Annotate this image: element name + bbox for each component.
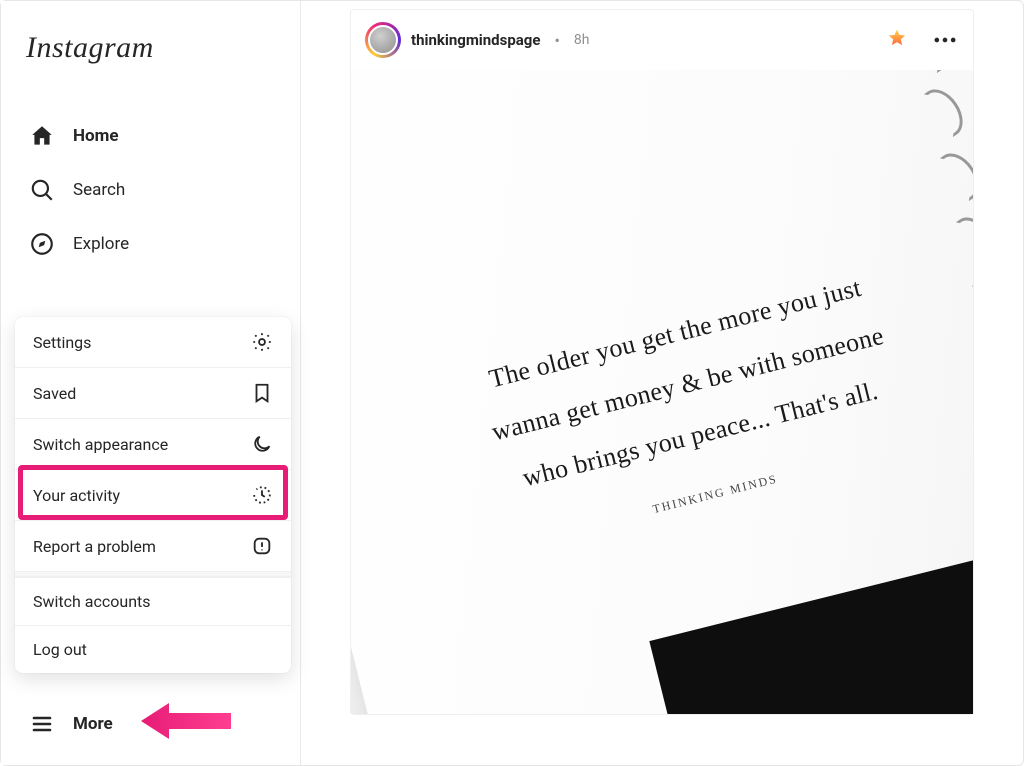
sidebar-item-search[interactable]: Search — [1, 163, 300, 217]
menu-item-label: Saved — [33, 384, 76, 403]
search-icon — [29, 177, 55, 203]
home-icon — [29, 123, 55, 149]
sidebar-item-label: More — [73, 714, 113, 734]
separator-dot: • — [550, 31, 563, 50]
sidebar-item-label: Explore — [73, 234, 129, 254]
sidebar-item-label: Home — [73, 126, 119, 146]
moon-icon — [251, 433, 273, 455]
main-content: thinkingmindspage • 8h — [301, 1, 1023, 765]
sidebar-item-more[interactable]: More — [1, 697, 300, 751]
menu-item-settings[interactable]: Settings — [15, 317, 291, 367]
menu-item-label: Your activity — [33, 486, 120, 505]
brand-logo[interactable]: Instagram — [26, 31, 154, 65]
more-menu-popup: Settings Saved Switch appearance — [15, 317, 291, 673]
menu-item-saved[interactable]: Saved — [15, 367, 291, 418]
menu-item-label: Report a problem — [33, 537, 156, 556]
post-image[interactable]: The older you get the more you just wann… — [351, 70, 973, 714]
nav-list: Home Search Explore — [1, 109, 300, 271]
feed-post: thinkingmindspage • 8h — [350, 9, 974, 715]
post-timestamp: 8h — [574, 32, 590, 48]
menu-item-your-activity[interactable]: Your activity — [15, 469, 291, 520]
gear-icon — [251, 331, 273, 353]
menu-item-switch-accounts[interactable]: Switch accounts — [15, 578, 291, 625]
explore-icon — [29, 231, 55, 257]
sidebar-item-explore[interactable]: Explore — [1, 217, 300, 271]
avatar — [368, 25, 398, 55]
menu-item-label: Log out — [33, 640, 87, 659]
activity-icon — [251, 484, 273, 506]
feed-column: thinkingmindspage • 8h — [350, 9, 974, 765]
favorite-star-icon — [887, 28, 907, 52]
sidebar-item-label: Search — [73, 180, 125, 200]
menu-item-label: Settings — [33, 333, 91, 352]
bookmark-icon — [251, 382, 273, 404]
menu-item-log-out[interactable]: Log out — [15, 625, 291, 673]
post-more-button[interactable] — [931, 26, 959, 54]
menu-item-label: Switch appearance — [33, 435, 168, 454]
menu-icon — [29, 711, 55, 737]
menu-item-label: Switch accounts — [33, 592, 151, 611]
menu-item-report-problem[interactable]: Report a problem — [15, 520, 291, 571]
sidebar-item-home[interactable]: Home — [1, 109, 300, 163]
alert-icon — [251, 535, 273, 557]
post-username[interactable]: thinkingmindspage — [411, 31, 540, 49]
avatar-story-ring[interactable] — [365, 22, 401, 58]
sidebar: Instagram Home Search Explo — [1, 1, 301, 765]
menu-item-switch-appearance[interactable]: Switch appearance — [15, 418, 291, 469]
post-header: thinkingmindspage • 8h — [351, 10, 973, 70]
